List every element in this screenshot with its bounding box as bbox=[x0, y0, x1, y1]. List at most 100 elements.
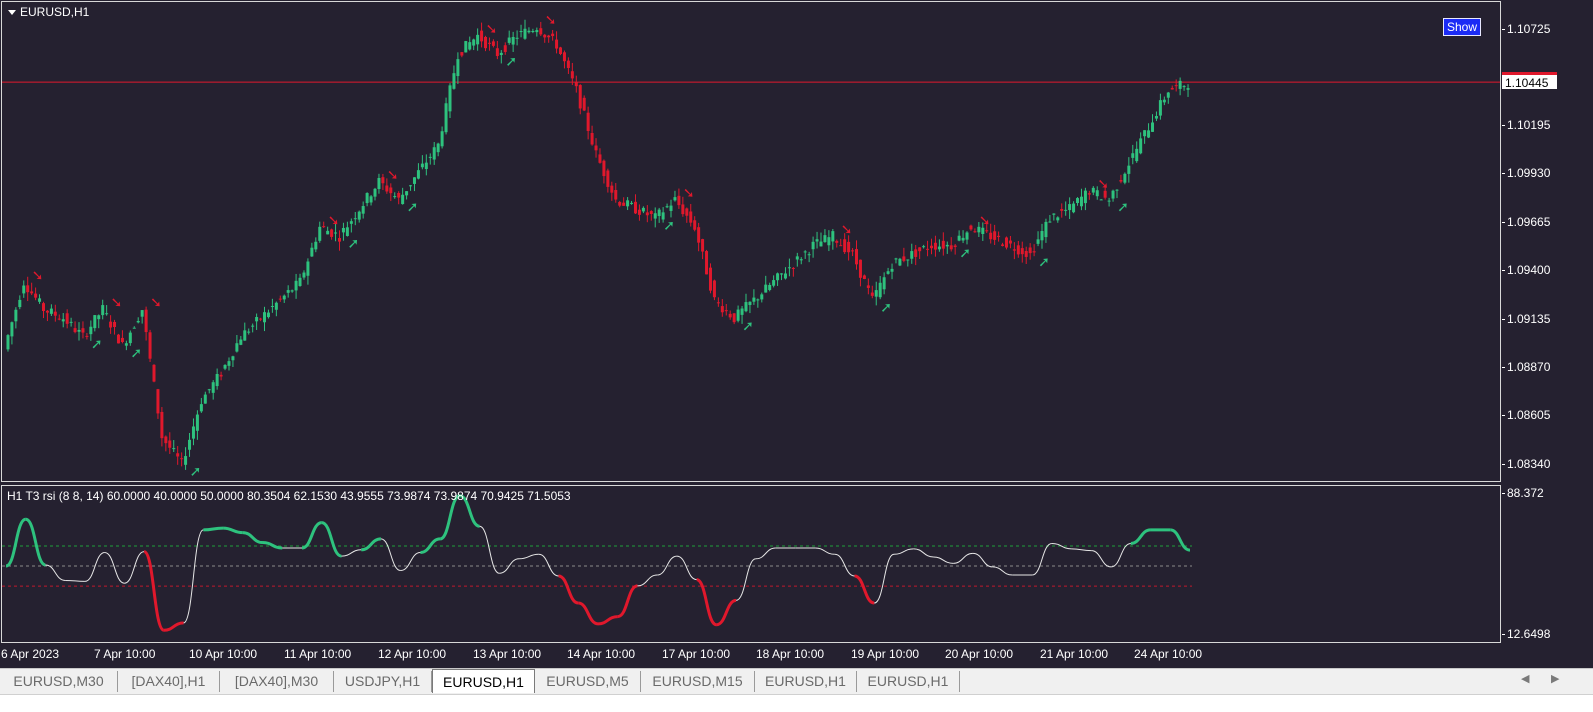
price-tick: 1.08870 bbox=[1501, 360, 1551, 374]
time-label: 11 Apr 10:00 bbox=[284, 647, 352, 661]
sell-signal-arrow-icon: ➘ bbox=[111, 295, 123, 311]
candle-body bbox=[914, 249, 918, 257]
chart-title[interactable]: EURUSD,H1 bbox=[8, 5, 89, 19]
chart-window[interactable]: ➘ ➚ ➘ ➚ ➘ ➚ ➘ ➚ ➘ ➚ ➘ ➚ ➘ ➚ ➘ ➚ ➘ ➚ ➚ ➘ ➚ ➘ ➚ EURUSD,H1 Show H… bbox=[0, 0, 1593, 668]
candle-body bbox=[113, 321, 117, 327]
candle-body bbox=[898, 258, 902, 266]
buy-signal-arrow-icon: ➚ bbox=[347, 236, 359, 252]
candle-body bbox=[211, 382, 215, 393]
candle-body bbox=[708, 267, 712, 291]
show-button[interactable]: Show bbox=[1443, 18, 1481, 36]
candle-body bbox=[1068, 204, 1072, 211]
candle-body bbox=[539, 28, 543, 35]
candle-body bbox=[1182, 86, 1186, 88]
t3-rsi-segment bbox=[5, 517, 27, 568]
candle-body bbox=[839, 245, 843, 247]
scroll-left-icon[interactable]: ◀ bbox=[1521, 672, 1529, 685]
candle-body bbox=[393, 196, 397, 198]
t3-rsi-segment bbox=[262, 541, 283, 550]
chart-tab[interactable]: EURUSD,M15 bbox=[641, 671, 755, 692]
chart-tab[interactable]: EURUSD,H1 bbox=[857, 671, 960, 692]
time-label: 18 Apr 10:00 bbox=[756, 647, 825, 661]
candle-body bbox=[152, 364, 156, 382]
candle-body bbox=[1186, 88, 1190, 90]
candle-body bbox=[484, 36, 488, 49]
candle-body bbox=[53, 311, 57, 316]
candle-body bbox=[69, 321, 73, 323]
candle-body bbox=[464, 41, 468, 53]
sell-signal-arrow-icon: ➘ bbox=[683, 186, 695, 202]
candle-body bbox=[965, 232, 969, 240]
candle-body bbox=[507, 37, 511, 43]
candle-body bbox=[456, 59, 460, 77]
candle-body bbox=[26, 285, 30, 293]
candle-body bbox=[1036, 239, 1040, 244]
candle-body bbox=[219, 374, 223, 377]
t3-rsi-segment bbox=[558, 574, 579, 605]
candle-body bbox=[878, 282, 882, 298]
price-chart-pane[interactable]: ➘ ➚ ➘ ➚ ➘ ➚ ➘ ➚ ➘ ➚ ➘ ➚ ➘ ➚ ➘ ➚ ➘ ➚ ➚ ➘ ➚ ➘ ➚ EURUSD,H1 Show bbox=[1, 1, 1501, 482]
candle-body bbox=[255, 317, 259, 322]
candle-body bbox=[945, 244, 949, 247]
chart-tab[interactable]: USDJPY,H1 bbox=[334, 671, 432, 692]
t3-rsi-segment bbox=[1110, 542, 1131, 568]
candle-body bbox=[1115, 189, 1119, 191]
t3-rsi-segment bbox=[341, 549, 362, 557]
price-axis[interactable]: 1.10725 1.10195 1.09930 1.09665 1.09400 … bbox=[1501, 0, 1593, 668]
candle-body bbox=[85, 335, 89, 337]
candle-body bbox=[282, 295, 286, 300]
chart-tab[interactable]: [DAX40],M30 bbox=[220, 671, 334, 692]
scroll-right-icon[interactable]: ▶ bbox=[1551, 672, 1559, 685]
candle-body bbox=[997, 235, 1001, 237]
candle-body bbox=[1072, 203, 1076, 213]
candle-body bbox=[385, 185, 389, 192]
t3-rsi-canvas bbox=[2, 494, 1192, 632]
candle-body bbox=[416, 170, 420, 179]
candle-body bbox=[870, 292, 874, 296]
candle-body bbox=[618, 201, 622, 206]
candle-body bbox=[109, 321, 113, 328]
candle-body bbox=[180, 458, 184, 460]
candle-body bbox=[428, 156, 432, 158]
candle-body bbox=[926, 248, 930, 250]
candle-body bbox=[847, 241, 851, 253]
t3-rsi-segment bbox=[854, 574, 875, 605]
candle-body bbox=[460, 52, 464, 56]
candle-body bbox=[527, 30, 531, 33]
candle-body bbox=[468, 42, 472, 50]
candle-body bbox=[101, 305, 105, 316]
candle-body bbox=[41, 303, 45, 312]
candle-body bbox=[701, 239, 705, 252]
candle-body bbox=[874, 290, 878, 297]
candle-body bbox=[1056, 217, 1060, 221]
candle-body bbox=[1048, 221, 1052, 223]
candle-body bbox=[606, 170, 610, 187]
chart-tab[interactable]: [DAX40],H1 bbox=[118, 671, 220, 692]
t3-rsi-segment bbox=[676, 555, 697, 581]
chart-tab-active[interactable]: EURUSD,H1 bbox=[432, 669, 535, 693]
chart-tab[interactable]: EURUSD,H1 bbox=[755, 671, 857, 692]
t3-rsi-segment bbox=[65, 579, 85, 582]
candle-body bbox=[424, 162, 428, 170]
candle-body bbox=[195, 414, 199, 431]
candle-body bbox=[858, 259, 862, 278]
candle-body bbox=[341, 227, 345, 233]
candle-body bbox=[77, 329, 81, 332]
candle-body bbox=[1060, 208, 1064, 211]
candle-body bbox=[310, 247, 314, 257]
chart-tab[interactable]: EURUSD,M5 bbox=[535, 671, 641, 692]
candle-body bbox=[1107, 200, 1111, 202]
t3-rsi-segment bbox=[361, 537, 382, 552]
chart-tab[interactable]: EURUSD,M30 bbox=[0, 671, 118, 692]
candle-body bbox=[657, 209, 661, 217]
time-axis[interactable]: 6 Apr 2023 7 Apr 10:00 10 Apr 10:00 11 A… bbox=[0, 645, 1500, 665]
candle-body bbox=[1076, 198, 1080, 204]
t3-rsi-segment bbox=[1091, 550, 1112, 568]
candle-body bbox=[685, 208, 689, 216]
t3-rsi-segment bbox=[972, 552, 993, 568]
indicator-min-tick: 12.6498 bbox=[1501, 627, 1551, 641]
dropdown-triangle-icon[interactable] bbox=[8, 9, 16, 15]
candle-body bbox=[1024, 250, 1028, 257]
indicator-pane[interactable]: H1 T3 rsi (8 8, 14) 60.0000 40.0000 50.0… bbox=[1, 485, 1501, 643]
candle-body bbox=[728, 313, 732, 318]
